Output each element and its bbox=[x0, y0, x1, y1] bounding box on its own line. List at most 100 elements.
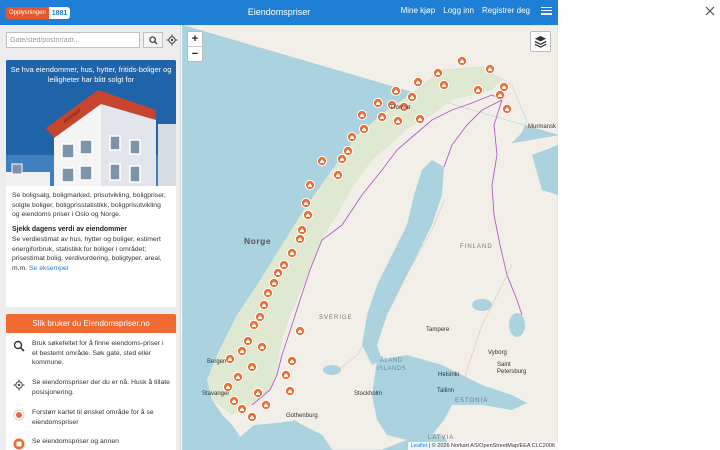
price-marker[interactable] bbox=[268, 277, 280, 289]
price-marker[interactable] bbox=[224, 353, 236, 365]
orange-marker-icon bbox=[13, 438, 25, 450]
price-marker[interactable] bbox=[248, 319, 260, 331]
howto-text: Se eiendomspriser der du er nå. Husk å t… bbox=[32, 379, 170, 396]
howto-item-locate: Se eiendomspriser der du er nå. Husk å t… bbox=[6, 378, 176, 397]
price-marker[interactable] bbox=[300, 197, 312, 209]
search-icon bbox=[13, 340, 25, 352]
map-canvas[interactable] bbox=[182, 25, 558, 450]
price-marker[interactable] bbox=[286, 247, 298, 259]
price-marker[interactable] bbox=[356, 109, 368, 121]
price-marker[interactable] bbox=[304, 179, 316, 191]
city-tromso: Tromsø bbox=[390, 105, 411, 111]
price-marker[interactable] bbox=[278, 259, 290, 271]
my-purchases-link[interactable]: Mine kjøp bbox=[401, 6, 436, 15]
howto-text: Forstørr kartet til ønsket område for å … bbox=[32, 409, 154, 426]
price-marker[interactable] bbox=[296, 224, 308, 236]
price-marker[interactable] bbox=[280, 369, 292, 381]
search-icon bbox=[148, 35, 158, 45]
price-marker[interactable] bbox=[336, 153, 348, 165]
close-icon[interactable] bbox=[703, 4, 717, 18]
price-marker[interactable] bbox=[346, 131, 358, 143]
info-paragraph: Se boligsalg, boligmarked, prisutvikling… bbox=[12, 192, 166, 218]
price-marker[interactable] bbox=[256, 341, 268, 353]
price-marker[interactable] bbox=[232, 371, 244, 383]
crosshair-icon bbox=[13, 379, 25, 391]
howto-item-zoom: Forstørr kartet til ønsket område for å … bbox=[6, 408, 176, 427]
info-paragraph-2: Se verdiestimat av hus, hytter og bolige… bbox=[12, 235, 170, 273]
see-example-link[interactable]: Se eksempel bbox=[29, 265, 68, 272]
hamburger-menu-icon[interactable] bbox=[541, 6, 552, 15]
price-marker[interactable] bbox=[390, 85, 402, 97]
map-marker-icon bbox=[13, 409, 25, 421]
price-marker[interactable] bbox=[254, 311, 266, 323]
zoom-out-button[interactable]: − bbox=[187, 46, 203, 62]
price-marker[interactable] bbox=[494, 89, 506, 101]
price-marker[interactable] bbox=[316, 155, 328, 167]
price-marker[interactable] bbox=[472, 84, 484, 96]
price-marker[interactable] bbox=[342, 145, 354, 157]
locate-me-icon[interactable] bbox=[166, 34, 178, 46]
leaflet-link[interactable]: Leaflet bbox=[411, 443, 428, 449]
city-gothenburg: Gothenburg bbox=[286, 413, 318, 419]
label-aland: ÅLAND bbox=[380, 358, 403, 364]
register-link[interactable]: Registrer deg bbox=[482, 6, 530, 15]
price-marker[interactable] bbox=[246, 411, 258, 423]
price-marker[interactable] bbox=[258, 299, 270, 311]
price-marker[interactable] bbox=[414, 113, 426, 125]
info-heading: Sjekk dagens verdi av eiendommer bbox=[12, 225, 127, 233]
price-marker[interactable] bbox=[294, 233, 306, 245]
price-marker[interactable] bbox=[284, 385, 296, 397]
price-marker[interactable] bbox=[246, 361, 258, 373]
howto-text: Bruk søkefeltet for å finne eiendoms-pri… bbox=[32, 340, 164, 366]
layers-icon bbox=[534, 35, 547, 48]
howto-panel: Bruk søkefeltet for å finne eiendoms-pri… bbox=[6, 333, 176, 450]
search-button[interactable] bbox=[143, 32, 163, 48]
price-marker[interactable] bbox=[272, 267, 284, 279]
howto-item-search: Bruk søkefeltet for å finne eiendoms-pri… bbox=[6, 339, 176, 368]
city-tallinn: Tallinn bbox=[437, 388, 455, 394]
price-marker[interactable] bbox=[456, 55, 468, 67]
price-marker[interactable] bbox=[228, 395, 240, 407]
layers-button[interactable] bbox=[530, 31, 551, 52]
top-bar: Opplysningen 1881 Eiendomspriser Mine kj… bbox=[0, 0, 558, 25]
map[interactable]: Norge FINLAND SVERIGE ESTONIA LATVIA ÅLA… bbox=[182, 25, 558, 450]
howto-text: Se eiendomspriser og annen bbox=[32, 438, 119, 445]
price-marker[interactable] bbox=[260, 399, 272, 411]
price-marker[interactable] bbox=[484, 63, 496, 75]
price-marker[interactable] bbox=[358, 123, 370, 135]
sidebar: Se hva eiendommer, hus, hytter, fritids-… bbox=[0, 25, 181, 450]
price-marker[interactable] bbox=[406, 91, 418, 103]
howto-item-marker: Se eiendomspriser og annen bbox=[6, 437, 176, 450]
price-marker[interactable] bbox=[294, 325, 306, 337]
label-islands: ISLANDS bbox=[377, 366, 407, 372]
price-marker[interactable] bbox=[412, 76, 424, 88]
price-marker[interactable] bbox=[286, 355, 298, 367]
search-input[interactable] bbox=[6, 32, 140, 48]
logo[interactable]: Opplysningen 1881 bbox=[6, 5, 71, 20]
zoom-in-button[interactable]: + bbox=[187, 31, 203, 47]
price-marker[interactable] bbox=[432, 67, 444, 79]
price-marker[interactable] bbox=[438, 79, 450, 91]
lake bbox=[472, 299, 492, 311]
city-saint-petersburg: Saint Petersburg bbox=[497, 362, 527, 375]
city-vyborg: Vyborg bbox=[488, 350, 507, 356]
price-marker[interactable] bbox=[252, 387, 264, 399]
price-marker[interactable] bbox=[376, 111, 388, 123]
city-stockholm: Stockholm bbox=[354, 391, 383, 397]
label-latvia: LATVIA bbox=[428, 435, 455, 441]
price-marker[interactable] bbox=[501, 103, 513, 115]
search-row bbox=[6, 32, 178, 48]
price-marker[interactable] bbox=[236, 403, 248, 415]
label-finland: FINLAND bbox=[460, 244, 493, 250]
price-marker[interactable] bbox=[392, 115, 404, 127]
price-marker[interactable] bbox=[242, 335, 254, 347]
price-marker[interactable] bbox=[372, 97, 384, 109]
label-sweden: SVERIGE bbox=[319, 315, 353, 321]
hero-banner: Se hva eiendommer, hus, hytter, fritids-… bbox=[6, 60, 176, 186]
price-marker[interactable] bbox=[332, 169, 344, 181]
price-marker[interactable] bbox=[302, 209, 314, 221]
price-marker[interactable] bbox=[236, 345, 248, 357]
login-link[interactable]: Logg inn bbox=[443, 6, 474, 15]
price-marker[interactable] bbox=[262, 287, 274, 299]
city-tampere: Tampere bbox=[426, 327, 450, 333]
